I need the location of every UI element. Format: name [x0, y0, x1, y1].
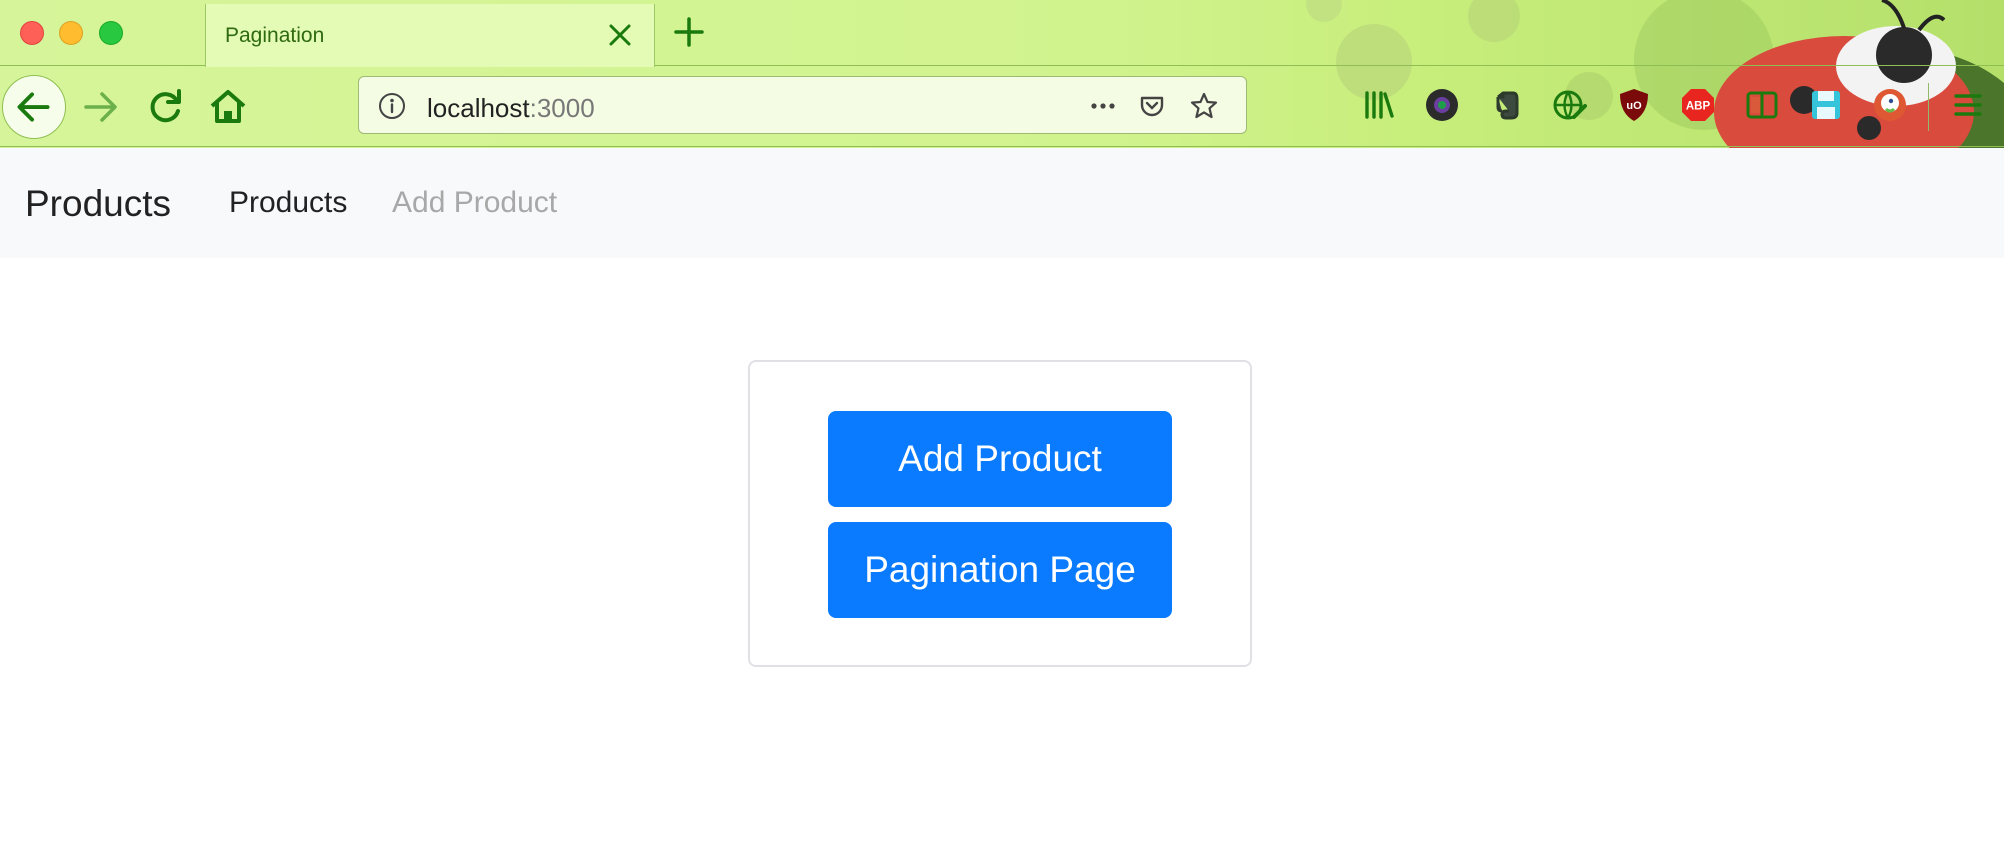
translate-extension-icon[interactable]	[1552, 87, 1588, 123]
browser-toolbar: localhost:3000 uO ABP	[0, 67, 2004, 147]
menu-icon[interactable]	[1950, 87, 1986, 123]
url-bar[interactable]: localhost:3000	[358, 76, 1247, 134]
camera-extension-icon[interactable]	[1424, 87, 1460, 123]
save-extension-icon[interactable]	[1808, 87, 1844, 123]
abp-badge-text: ABP	[1686, 101, 1711, 113]
pocket-icon[interactable]	[1137, 91, 1167, 121]
nav-link-add-product[interactable]: Add Product	[392, 186, 557, 220]
url-host: localhost	[427, 93, 530, 123]
window-minimize-button[interactable]	[59, 21, 83, 45]
url-port: :3000	[529, 93, 595, 123]
toolbar-separator	[1928, 83, 1929, 131]
close-icon[interactable]	[606, 21, 634, 49]
adblock-plus-icon[interactable]: ABP	[1680, 87, 1716, 123]
home-icon[interactable]	[196, 75, 260, 139]
app-navbar: Products Products Add Product	[0, 148, 2004, 258]
tab-strip: Pagination	[0, 0, 2004, 67]
browser-chrome: Pagination localhost:3000 uO ABP	[0, 0, 2004, 148]
pagination-page-button[interactable]: Pagination Page	[828, 522, 1172, 618]
back-icon[interactable]	[2, 75, 66, 139]
navbar-brand[interactable]: Products	[25, 183, 171, 225]
ublock-badge-text: uO	[1626, 100, 1642, 112]
evernote-icon[interactable]	[1488, 87, 1524, 123]
tab-title: Pagination	[225, 24, 325, 47]
window-close-button[interactable]	[20, 21, 44, 45]
library-icon[interactable]	[1361, 87, 1397, 123]
reader-extension-icon[interactable]	[1744, 87, 1780, 123]
nav-link-products[interactable]: Products	[229, 186, 347, 220]
tab-pagination[interactable]: Pagination	[205, 4, 655, 67]
info-icon[interactable]	[377, 91, 407, 121]
new-tab-icon[interactable]	[673, 16, 705, 48]
window-zoom-button[interactable]	[99, 21, 123, 45]
url-text[interactable]: localhost:3000	[427, 93, 595, 124]
duckduckgo-icon[interactable]	[1872, 87, 1908, 123]
actions-card: Add Product Pagination Page	[748, 360, 1252, 667]
bookmark-star-icon[interactable]	[1189, 91, 1219, 121]
reload-icon[interactable]	[133, 75, 197, 139]
forward-icon[interactable]	[68, 75, 132, 139]
ublock-icon[interactable]: uO	[1616, 87, 1652, 123]
more-icon[interactable]	[1088, 91, 1118, 121]
add-product-button[interactable]: Add Product	[828, 411, 1172, 507]
